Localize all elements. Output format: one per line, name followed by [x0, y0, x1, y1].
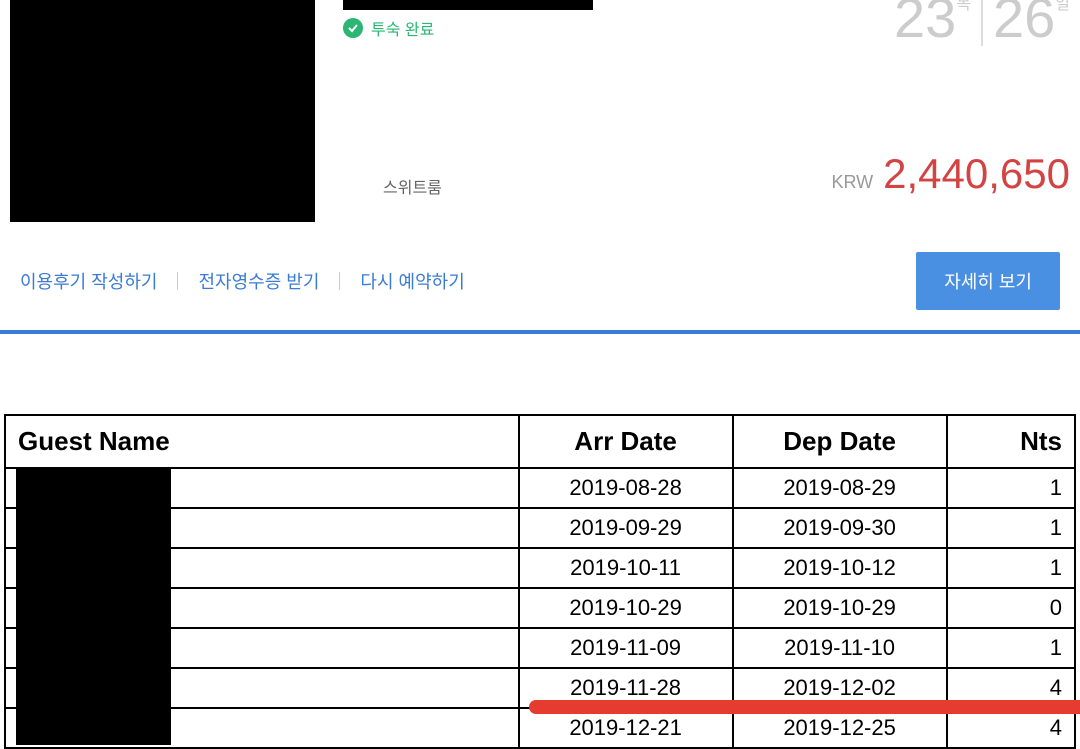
- cell-dep: 2019-10-29: [733, 588, 947, 628]
- th-guest: Guest Name: [5, 415, 519, 468]
- cell-nts: 1: [947, 548, 1075, 588]
- guest-table-wrap: Guest Name Arr Date Dep Date Nts 2019-08…: [0, 414, 1080, 749]
- cell-arr: 2019-10-11: [519, 548, 733, 588]
- cell-dep: 2019-11-10: [733, 628, 947, 668]
- cell-nts: 4: [947, 708, 1075, 748]
- action-links: 이용후기 작성하기 전자영수증 받기 다시 예약하기: [20, 268, 485, 294]
- checkin-day: 23: [894, 0, 956, 49]
- stay-dates: 23목 26일: [894, 0, 1070, 46]
- cell-arr: 2019-08-28: [519, 468, 733, 508]
- detail-button[interactable]: 자세히 보기: [916, 252, 1060, 310]
- room-price-row: 스위트룸 KRW 2,440,650: [343, 150, 1070, 198]
- status-label: 투숙 완료: [371, 16, 434, 40]
- cell-dep: 2019-08-29: [733, 468, 947, 508]
- cell-nts: 1: [947, 508, 1075, 548]
- cell-dep: 2019-12-25: [733, 708, 947, 748]
- checkmark-icon: [343, 18, 363, 38]
- receipt-link[interactable]: 전자영수증 받기: [178, 268, 339, 294]
- cell-nts: 1: [947, 468, 1075, 508]
- room-type: 스위트룸: [383, 174, 442, 198]
- action-bar: 이용후기 작성하기 전자영수증 받기 다시 예약하기 자세히 보기: [0, 232, 1080, 334]
- date-separator: [981, 0, 983, 46]
- cell-arr: 2019-09-29: [519, 508, 733, 548]
- th-nts: Nts: [947, 415, 1075, 468]
- cell-nts: 1: [947, 628, 1075, 668]
- highlight-annotation: [529, 700, 1080, 714]
- checkin-dow: 목: [956, 0, 971, 13]
- checkin-date: 23목: [894, 0, 971, 46]
- th-dep: Dep Date: [733, 415, 947, 468]
- checkout-dow: 일: [1055, 0, 1070, 13]
- price-group: KRW 2,440,650: [831, 150, 1070, 198]
- cell-nts: 0: [947, 588, 1075, 628]
- cell-dep: 2019-09-30: [733, 508, 947, 548]
- cell-arr: 2019-12-21: [519, 708, 733, 748]
- price-value: 2,440,650: [883, 150, 1070, 197]
- write-review-link[interactable]: 이용후기 작성하기: [20, 268, 177, 294]
- th-arr: Arr Date: [519, 415, 733, 468]
- booking-card: 투숙 완료 스위트룸 KRW 2,440,650 23목 26일: [0, 0, 1080, 222]
- cell-arr: 2019-11-09: [519, 628, 733, 668]
- hotel-name-redacted: [343, 0, 593, 10]
- checkout-date: 26일: [993, 0, 1070, 46]
- currency-label: KRW: [831, 172, 873, 192]
- cell-dep: 2019-10-12: [733, 548, 947, 588]
- booking-thumbnail-redacted: [10, 0, 315, 222]
- rebook-link[interactable]: 다시 예약하기: [340, 268, 484, 294]
- cell-arr: 2019-10-29: [519, 588, 733, 628]
- guest-name-redacted-column: [16, 469, 171, 745]
- checkout-day: 26: [993, 0, 1055, 49]
